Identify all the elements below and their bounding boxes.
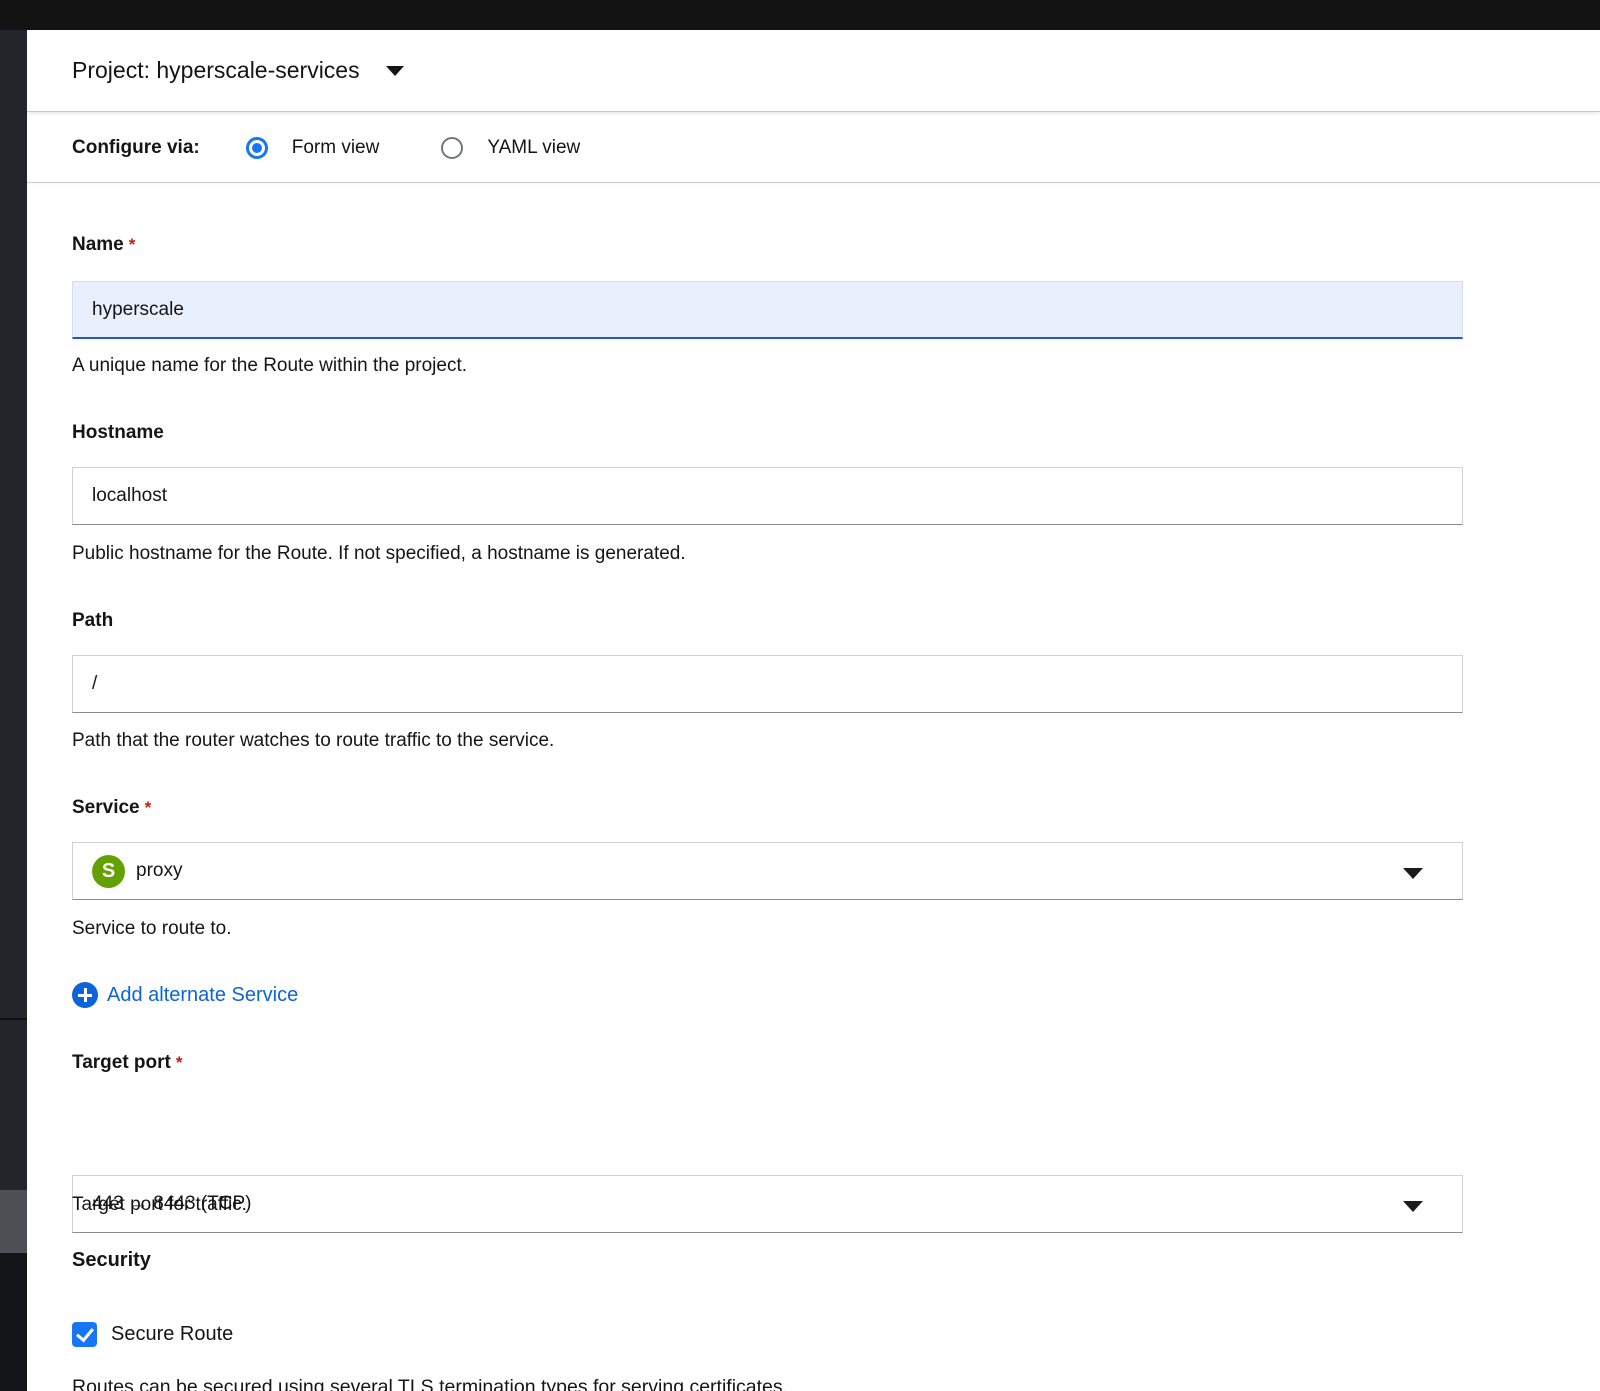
service-helper-text: Service to route to. [72, 918, 1463, 940]
plus-circle-icon [72, 982, 98, 1008]
sidebar-edge-bottom [0, 1253, 27, 1391]
radio-yaml-view[interactable]: YAML view [441, 137, 580, 159]
hostname-helper-text: Public hostname for the Route. If not sp… [72, 543, 1463, 565]
required-marker: * [176, 1053, 183, 1072]
caret-down-icon [1403, 868, 1423, 879]
create-route-page: Project: hyperscale-services Configure v… [0, 0, 1600, 1391]
service-label-text: Service [72, 797, 140, 818]
service-select-value: proxy [136, 860, 182, 882]
configure-via-row: Configure via: Form view YAML view [27, 113, 1600, 183]
sidebar-divider [0, 1018, 27, 1020]
hostname-input[interactable] [72, 467, 1463, 525]
secure-route-row: Secure Route [72, 1322, 1463, 1347]
service-select[interactable]: S proxy [72, 842, 1463, 900]
name-input[interactable] [72, 281, 1463, 339]
required-marker: * [145, 798, 152, 817]
target-port-helper-text: Target port for traffic. [72, 1194, 1463, 1216]
hostname-label-text: Hostname [72, 422, 164, 443]
radio-form-view-label: Form view [292, 137, 380, 159]
radio-yaml-view-label: YAML view [487, 137, 580, 159]
target-port-field-label: Target port * [72, 1052, 1463, 1074]
project-dropdown[interactable]: Project: hyperscale-services [72, 57, 404, 84]
path-field-label: Path [72, 610, 1463, 632]
scrollbar-thumb[interactable] [0, 1190, 27, 1253]
service-field-label: Service * [72, 797, 1463, 819]
project-selector-bar: Project: hyperscale-services [27, 30, 1600, 112]
path-input[interactable] [72, 655, 1463, 713]
radio-unselected-icon[interactable] [441, 137, 463, 159]
path-helper-text: Path that the router watches to route tr… [72, 730, 1463, 752]
tls-description-text: Routes can be secured using several TLS … [72, 1376, 1463, 1391]
checkbox-checked-icon[interactable] [72, 1322, 97, 1347]
path-label-text: Path [72, 610, 113, 631]
security-section-heading: Security [72, 1249, 1463, 1272]
masthead-bar [0, 0, 1600, 30]
sidebar-edge [0, 30, 27, 1391]
required-marker: * [129, 235, 136, 254]
add-alternate-service-row: Add alternate Service [72, 982, 1463, 1013]
radio-selected-icon[interactable] [246, 137, 268, 159]
service-badge-icon: S [92, 855, 125, 888]
add-alternate-service-link[interactable]: Add alternate Service [72, 982, 298, 1008]
name-field-label: Name * [72, 234, 1463, 256]
caret-down-icon [386, 66, 404, 76]
secure-route-checkbox-row[interactable]: Secure Route [72, 1322, 1463, 1347]
configure-via-label: Configure via: [72, 137, 200, 159]
project-dropdown-label: Project: hyperscale-services [72, 57, 360, 84]
name-label-text: Name [72, 234, 124, 255]
secure-route-label: Secure Route [111, 1323, 233, 1346]
add-alternate-service-label: Add alternate Service [107, 984, 298, 1007]
target-port-label-text: Target port [72, 1052, 171, 1073]
name-helper-text: A unique name for the Route within the p… [72, 355, 1463, 377]
radio-form-view[interactable]: Form view [246, 137, 380, 159]
route-form: Name * A unique name for the Route within… [27, 183, 1600, 1391]
hostname-field-label: Hostname [72, 422, 1463, 444]
